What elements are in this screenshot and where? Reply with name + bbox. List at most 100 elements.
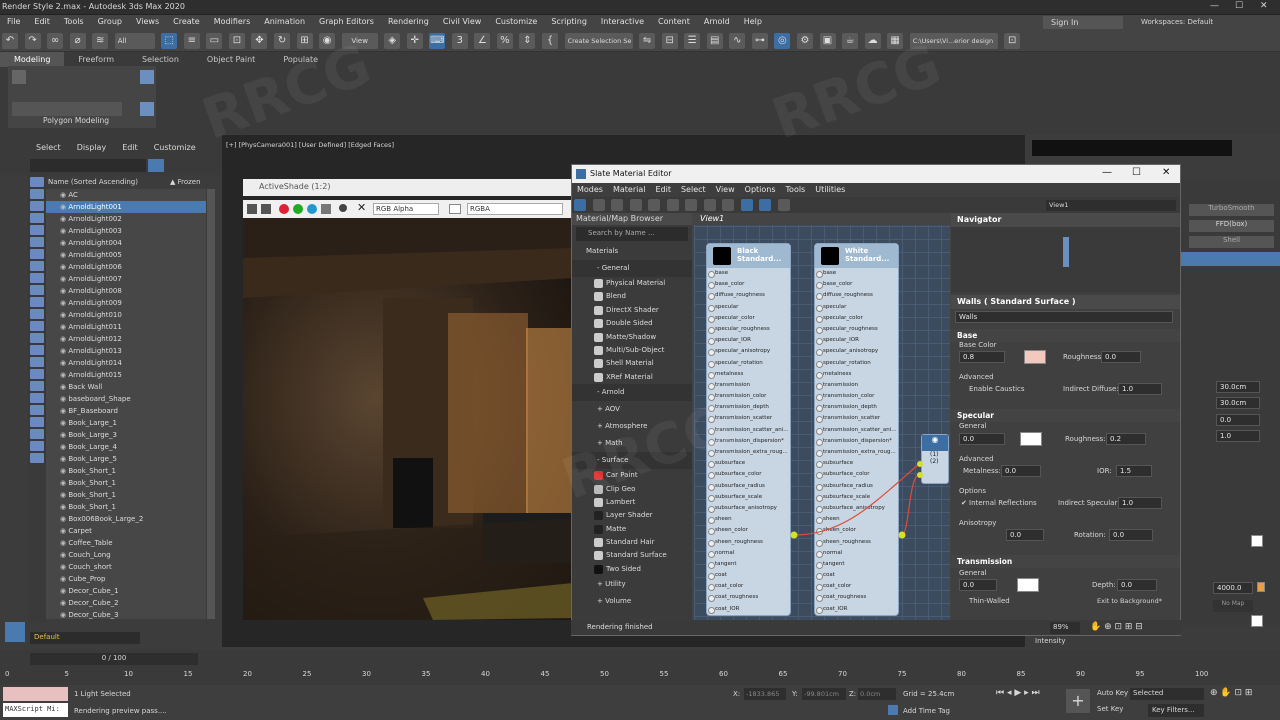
menu-animation[interactable]: Animation [257, 15, 312, 26]
sme-minimize-button[interactable]: — [1102, 167, 1112, 178]
tree-row[interactable]: ◉ ArnoldLight015 [46, 369, 206, 381]
toggle-ribbon-icon[interactable]: ▤ [706, 33, 723, 49]
materials-header[interactable]: Materials [572, 243, 692, 260]
tree-scrollbar[interactable] [207, 189, 215, 619]
menu-rendering[interactable]: Rendering [381, 15, 436, 26]
explorer-filter-icon[interactable] [30, 429, 44, 439]
unlink-icon[interactable]: ⌀ [69, 33, 86, 49]
vertex-icon[interactable] [140, 70, 154, 84]
ribbon-tab-selection[interactable]: Selection [128, 52, 193, 67]
tree-row[interactable]: ◉ BF_Baseboard [46, 405, 206, 417]
menu-help[interactable]: Help [737, 15, 769, 26]
hide-slots-icon[interactable] [685, 199, 698, 211]
tree-row[interactable]: ◉ ArnoldLight005 [46, 249, 206, 261]
explorer-filter-icon[interactable] [30, 213, 44, 223]
region-icon[interactable]: ▭ [206, 33, 223, 49]
arnold-category[interactable]: + Math [572, 435, 692, 453]
browser-item-blend[interactable]: Blend [572, 290, 692, 303]
col-name-header[interactable]: Name (Sorted Ascending) [48, 178, 138, 186]
node-view[interactable]: View1 Black Standard... base base_color di… [694, 213, 950, 621]
nav-icon[interactable] [778, 199, 791, 211]
spinner-snap-icon[interactable]: ⇕ [519, 33, 536, 49]
indirect-diffuse-input[interactable]: 1.0 [1118, 383, 1162, 395]
mix-anchor-1[interactable] [917, 461, 923, 467]
transmission-color-swatch[interactable] [1017, 578, 1039, 592]
named-selection-input[interactable]: Create Selection Se [564, 33, 633, 49]
selected-modifier-row[interactable] [1181, 252, 1280, 266]
specular-section[interactable]: Specular [951, 409, 1180, 422]
arnold-header[interactable]: - Arnold [572, 384, 692, 402]
specular-weight-input[interactable]: 0.0 [959, 433, 1005, 445]
sme-maximize-button[interactable]: ☐ [1132, 167, 1141, 178]
pick-material-icon[interactable] [592, 199, 605, 211]
tree-row[interactable]: ◉ ArnoldLight007 [46, 273, 206, 285]
placement-icon[interactable]: ◉ [319, 33, 336, 49]
keyboard-shortcut-icon[interactable]: ⌨ [429, 33, 446, 49]
browser-item-matte[interactable]: Matte [572, 523, 692, 536]
tree-row[interactable]: ◉ ArnoldLight009 [46, 297, 206, 309]
explorer-filter-icon[interactable] [30, 261, 44, 271]
edit-poly-icon[interactable] [12, 70, 26, 84]
depth-input[interactable]: 0.0 [1117, 579, 1157, 591]
general-header[interactable]: - General [572, 260, 692, 277]
viewport-label[interactable]: [+] [PhysCamera001] [User Defined] [Edge… [226, 141, 394, 149]
sme-zoom[interactable]: 89% [1050, 622, 1080, 634]
time-tag-icon[interactable] [888, 705, 898, 715]
sme-pan-icon[interactable]: ✋ ⊕ ⊡ ⊞ ⊟ [1090, 622, 1143, 632]
navigator[interactable]: Navigator [951, 213, 1180, 293]
put-to-scene-icon[interactable] [611, 199, 624, 211]
red-channel-icon[interactable] [279, 204, 289, 214]
format-dropdown[interactable]: RGBA [467, 203, 563, 215]
menu-customize[interactable]: Customize [488, 15, 544, 26]
explorer-filter-icon[interactable] [30, 369, 44, 379]
explorer-filter-icon[interactable] [30, 453, 44, 463]
close-button[interactable]: ✕ [1260, 1, 1268, 11]
move-icon[interactable]: ✥ [251, 33, 268, 49]
arnold-icon[interactable]: ▦ [887, 33, 904, 49]
menu-create[interactable]: Create [166, 15, 207, 26]
browser-item-standard-hair[interactable]: Standard Hair [572, 536, 692, 549]
ribbon-tab-populate[interactable]: Populate [269, 52, 332, 67]
tree-row[interactable]: ◉ Carpet [46, 525, 206, 537]
tree-row[interactable]: ◉ ArnoldLight003 [46, 225, 206, 237]
explorer-filter-icon[interactable] [30, 189, 44, 199]
project-folder-icon[interactable]: ⊡ [1004, 33, 1021, 49]
param-30cm-b[interactable]: 30.0cm [1216, 397, 1260, 409]
explorer-menu-edit[interactable]: Edit [122, 143, 138, 152]
sme-menu-material[interactable]: Material [608, 183, 651, 196]
selection-filter[interactable]: All [114, 33, 155, 49]
browser-item-standard-surface[interactable]: Standard Surface [572, 549, 692, 562]
sme-menu-modes[interactable]: Modes [572, 183, 608, 196]
tree-row[interactable]: ◉ ArnoldLight014 [46, 357, 206, 369]
sme-menu-edit[interactable]: Edit [650, 183, 676, 196]
tree-row[interactable]: ◉ Book_Large_1 [46, 417, 206, 429]
tree-row[interactable]: ◉ Decor_Cube_1 [46, 585, 206, 597]
param-4000[interactable]: 4000.0 [1213, 582, 1253, 594]
material-name-input[interactable]: Walls [955, 311, 1173, 323]
sme-menu-select[interactable]: Select [676, 183, 711, 196]
time-slider[interactable]: 0 / 100 [30, 653, 198, 665]
temperature-swatch[interactable] [1257, 582, 1265, 592]
modifier-ffd[interactable]: FFD(box) [1189, 220, 1274, 232]
anisotropy-input[interactable]: 0.0 [1006, 529, 1044, 541]
browser-item-two-sided[interactable]: Two Sided [572, 563, 692, 576]
browser-item-matte-shadow[interactable]: Matte/Shadow [572, 331, 692, 344]
rotation-input[interactable]: 0.0 [1109, 529, 1153, 541]
polygon-modeling-label[interactable]: Polygon Modeling [43, 116, 109, 125]
menu-civil-view[interactable]: Civil View [436, 15, 489, 26]
bind-icon[interactable]: ≋ [92, 33, 109, 49]
sme-menu-view[interactable]: View [711, 183, 740, 196]
edit-named-selection-icon[interactable]: { [542, 33, 559, 49]
param-0[interactable]: 0.0 [1216, 414, 1260, 426]
y-coord[interactable]: -99.801cm [802, 688, 846, 700]
tree-row[interactable]: ◉ Coffee_Table [46, 537, 206, 549]
subobject-buttons[interactable] [12, 102, 122, 116]
explorer-search-input[interactable] [30, 159, 146, 172]
tree-row[interactable]: ◉ Cube_Prop [46, 573, 206, 585]
maxscript-listener[interactable] [3, 687, 68, 701]
tree-row[interactable]: ◉ Book_Short_1 [46, 465, 206, 477]
tree-row[interactable]: ◉ Couch_Long [46, 549, 206, 561]
modifier-turbosmooth[interactable]: TurboSmooth [1189, 204, 1274, 216]
browser-item-directx-shader[interactable]: DirectX Shader [572, 304, 692, 317]
maxscript-mini-input[interactable]: MAXScript Mi: [3, 703, 68, 717]
